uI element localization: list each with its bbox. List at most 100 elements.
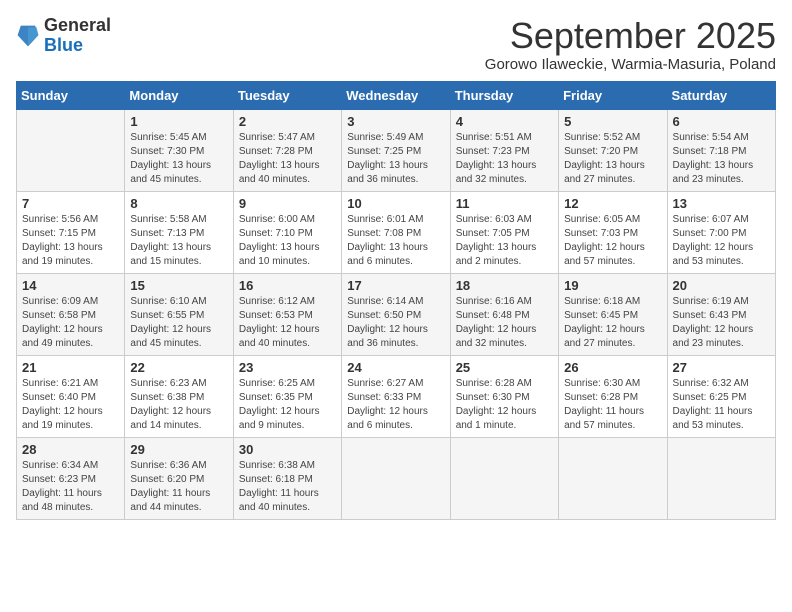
table-row: 25Sunrise: 6:28 AMSunset: 6:30 PMDayligh… [450,355,558,437]
table-row: 1 Sunrise: 5:45 AMSunset: 7:30 PMDaylight… [125,109,233,191]
table-row: 12 Sunrise: 6:05 AMSunset: 7:03 PMDayligh… [559,191,667,273]
day-number: 9 [239,196,336,211]
day-info: Sunrise: 5:45 AMSunset: 7:30 PMDaylight:… [130,131,227,187]
table-row: 29Sunrise: 6:36 AMSunset: 6:20 PMDayligh… [125,437,233,519]
table-row [450,437,558,519]
table-row: 4Sunrise: 5:51 AMSunset: 7:23 PMDaylight… [450,109,558,191]
calendar-header-row: Sunday Monday Tuesday Wednesday Thursday… [17,81,776,109]
table-row: 7 Sunrise: 5:56 AMSunset: 7:15 PMDaylight… [17,191,125,273]
day-info: Sunrise: 6:07 AMSunset: 7:00 PMDaylight:… [673,213,770,269]
day-number: 26 [564,360,661,375]
day-info: Sunrise: 5:58 AMSunset: 7:13 PMDaylight:… [130,213,227,269]
day-info: Sunrise: 6:21 AMSunset: 6:40 PMDaylight:… [22,377,119,433]
day-info: Sunrise: 6:00 AMSunset: 7:10 PMDaylight:… [239,213,336,269]
day-number: 7 [22,196,119,211]
day-info: Sunrise: 6:05 AMSunset: 7:03 PMDaylight:… [564,213,661,269]
table-row: 21 Sunrise: 6:21 AMSunset: 6:40 PMDayligh… [17,355,125,437]
table-row: 17 Sunrise: 6:14 AMSunset: 6:50 PMDayligh… [342,273,450,355]
day-number: 25 [456,360,553,375]
day-info: Sunrise: 6:14 AMSunset: 6:50 PMDaylight:… [347,295,444,351]
table-row: 13 Sunrise: 6:07 AMSunset: 7:00 PMDayligh… [667,191,775,273]
day-info: Sunrise: 6:01 AMSunset: 7:08 PMDaylight:… [347,213,444,269]
day-number: 6 [673,114,770,129]
calendar-week-row: 7 Sunrise: 5:56 AMSunset: 7:15 PMDaylight… [17,191,776,273]
day-number: 1 [130,114,227,129]
table-row: 5 Sunrise: 5:52 AMSunset: 7:20 PMDaylight… [559,109,667,191]
calendar-week-row: 1 Sunrise: 5:45 AMSunset: 7:30 PMDaylight… [17,109,776,191]
table-row: 20 Sunrise: 6:19 AMSunset: 6:43 PMDayligh… [667,273,775,355]
day-number: 29 [130,442,227,457]
table-row: 22 Sunrise: 6:23 AMSunset: 6:38 PMDayligh… [125,355,233,437]
col-monday: Monday [125,81,233,109]
col-wednesday: Wednesday [342,81,450,109]
day-info: Sunrise: 6:23 AMSunset: 6:38 PMDaylight:… [130,377,227,433]
day-info: Sunrise: 5:47 AMSunset: 7:28 PMDaylight:… [239,131,336,187]
table-row: 2 Sunrise: 5:47 AMSunset: 7:28 PMDaylight… [233,109,341,191]
day-info: Sunrise: 5:49 AMSunset: 7:25 PMDaylight:… [347,131,444,187]
logo: General Blue [16,16,111,56]
day-info: Sunrise: 5:52 AMSunset: 7:20 PMDaylight:… [564,131,661,187]
day-info: Sunrise: 6:38 AMSunset: 6:18 PMDaylight:… [239,459,336,515]
day-info: Sunrise: 6:16 AMSunset: 6:48 PMDaylight:… [456,295,553,351]
table-row: 11 Sunrise: 6:03 AMSunset: 7:05 PMDayligh… [450,191,558,273]
table-row [667,437,775,519]
calendar-table: Sunday Monday Tuesday Wednesday Thursday… [16,81,776,520]
table-row: 26 Sunrise: 6:30 AMSunset: 6:28 PMDayligh… [559,355,667,437]
day-info: Sunrise: 6:03 AMSunset: 7:05 PMDaylight:… [456,213,553,269]
day-info: Sunrise: 6:12 AMSunset: 6:53 PMDaylight:… [239,295,336,351]
day-number: 11 [456,196,553,211]
table-row: 23 Sunrise: 6:25 AMSunset: 6:35 PMDayligh… [233,355,341,437]
month-title: September 2025 [485,16,776,56]
table-row: 27 Sunrise: 6:32 AMSunset: 6:25 PMDayligh… [667,355,775,437]
day-number: 8 [130,196,227,211]
page-header: General Blue September 2025 Gorowo Ilawe… [16,16,776,73]
day-number: 13 [673,196,770,211]
col-thursday: Thursday [450,81,558,109]
table-row: 15Sunrise: 6:10 AMSunset: 6:55 PMDayligh… [125,273,233,355]
col-friday: Friday [559,81,667,109]
day-info: Sunrise: 6:09 AMSunset: 6:58 PMDaylight:… [22,295,119,351]
calendar-week-row: 14Sunrise: 6:09 AMSunset: 6:58 PMDayligh… [17,273,776,355]
logo-icon [16,22,40,50]
day-number: 30 [239,442,336,457]
day-number: 24 [347,360,444,375]
day-number: 15 [130,278,227,293]
table-row: 24 Sunrise: 6:27 AMSunset: 6:33 PMDayligh… [342,355,450,437]
table-row [559,437,667,519]
day-number: 18 [456,278,553,293]
day-number: 2 [239,114,336,129]
day-info: Sunrise: 5:56 AMSunset: 7:15 PMDaylight:… [22,213,119,269]
table-row: 8 Sunrise: 5:58 AMSunset: 7:13 PMDaylight… [125,191,233,273]
day-info: Sunrise: 5:54 AMSunset: 7:18 PMDaylight:… [673,131,770,187]
table-row: 16 Sunrise: 6:12 AMSunset: 6:53 PMDayligh… [233,273,341,355]
day-number: 4 [456,114,553,129]
table-row: 19Sunrise: 6:18 AMSunset: 6:45 PMDayligh… [559,273,667,355]
logo-text: General Blue [44,16,111,56]
day-number: 10 [347,196,444,211]
day-info: Sunrise: 6:32 AMSunset: 6:25 PMDaylight:… [673,377,770,433]
day-info: Sunrise: 6:27 AMSunset: 6:33 PMDaylight:… [347,377,444,433]
day-number: 27 [673,360,770,375]
day-info: Sunrise: 6:19 AMSunset: 6:43 PMDaylight:… [673,295,770,351]
day-info: Sunrise: 6:34 AMSunset: 6:23 PMDaylight:… [22,459,119,515]
day-number: 12 [564,196,661,211]
calendar-week-row: 21 Sunrise: 6:21 AMSunset: 6:40 PMDayligh… [17,355,776,437]
day-info: Sunrise: 6:18 AMSunset: 6:45 PMDaylight:… [564,295,661,351]
day-number: 20 [673,278,770,293]
location-subtitle: Gorowo Ilaweckie, Warmia-Masuria, Poland [485,56,776,73]
col-tuesday: Tuesday [233,81,341,109]
day-number: 5 [564,114,661,129]
day-number: 16 [239,278,336,293]
day-number: 21 [22,360,119,375]
table-row: 30 Sunrise: 6:38 AMSunset: 6:18 PMDayligh… [233,437,341,519]
day-info: Sunrise: 6:30 AMSunset: 6:28 PMDaylight:… [564,377,661,433]
table-row: 6 Sunrise: 5:54 AMSunset: 7:18 PMDaylight… [667,109,775,191]
day-number: 23 [239,360,336,375]
day-info: Sunrise: 6:25 AMSunset: 6:35 PMDaylight:… [239,377,336,433]
table-row: 28Sunrise: 6:34 AMSunset: 6:23 PMDayligh… [17,437,125,519]
day-number: 17 [347,278,444,293]
table-row: 3 Sunrise: 5:49 AMSunset: 7:25 PMDaylight… [342,109,450,191]
day-number: 22 [130,360,227,375]
day-number: 3 [347,114,444,129]
calendar-week-row: 28Sunrise: 6:34 AMSunset: 6:23 PMDayligh… [17,437,776,519]
